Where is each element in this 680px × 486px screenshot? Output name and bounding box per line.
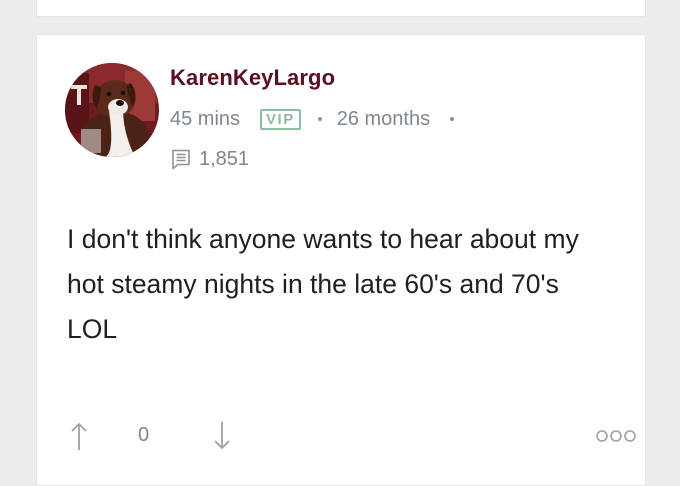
posts-count-icon [170,148,192,170]
previous-post-card [36,0,646,17]
avatar[interactable] [65,63,159,157]
vip-badge: VIP [260,108,301,130]
downvote-button[interactable] [208,419,236,453]
arrow-down-icon [214,422,230,449]
post-meta: 45 mins VIP 26 months [170,107,455,131]
author-post-count: 1,851 [170,147,249,171]
post-timestamp: 45 mins [170,107,241,130]
dog-photo-avatar [65,63,159,157]
upvote-button[interactable] [65,419,93,453]
separator-dot [317,117,322,121]
username-link[interactable]: KarenKeyLargo [170,65,335,91]
more-options-button[interactable] [593,419,639,453]
comment-body: I don't think anyone wants to hear about… [67,224,579,344]
post-count-value: 1,851 [199,147,250,170]
vote-count: 0 [138,424,150,446]
separator-dot [450,117,455,121]
comment-actions: 0 [65,419,636,453]
arrow-up-icon [71,423,87,450]
more-options-icon [596,430,636,442]
comment-card: KarenKeyLargo 45 mins VIP 26 months 1,85… [36,34,646,486]
member-duration: 26 months [336,107,431,130]
